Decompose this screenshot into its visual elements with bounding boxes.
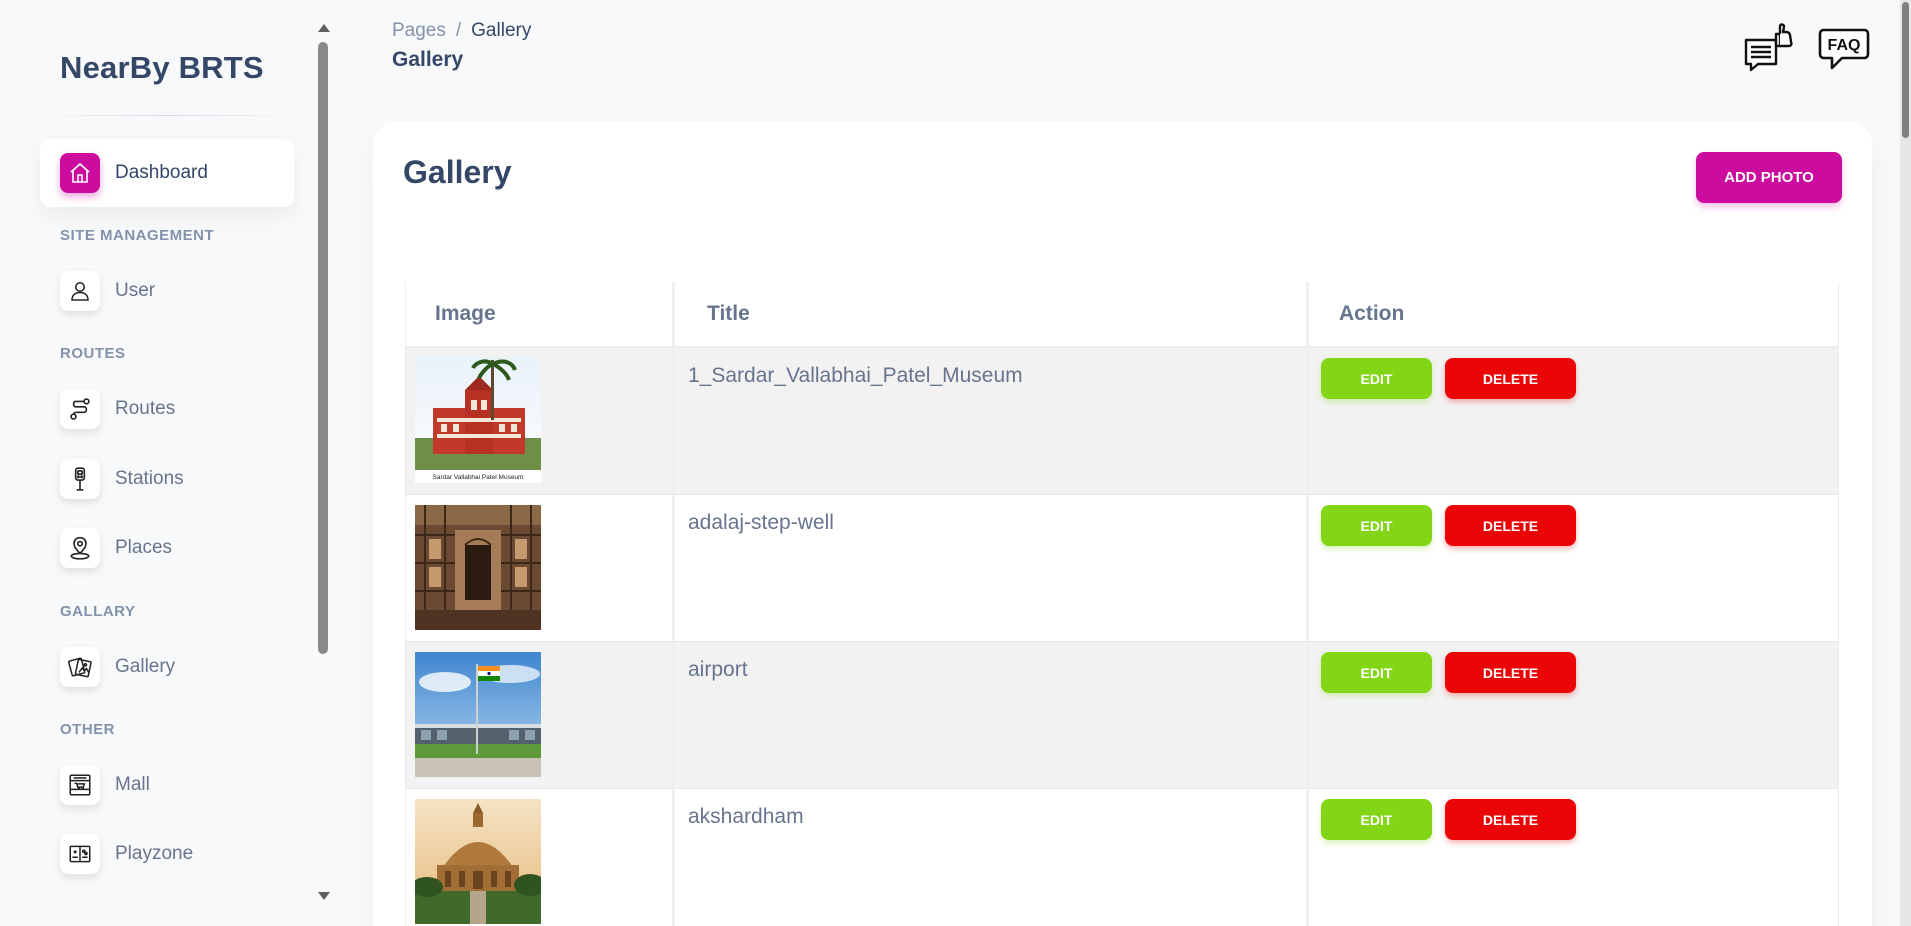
table-row: airport EDIT DELETE — [405, 642, 1839, 789]
sidebar-item-label: Dashboard — [115, 162, 208, 183]
sidebar-item-label: User — [115, 280, 156, 301]
sidebar-item-user[interactable]: User — [40, 257, 294, 325]
sidebar-scroll-down-arrow[interactable] — [318, 892, 330, 900]
sidebar-item-label: Mall — [115, 774, 150, 795]
edit-button[interactable]: EDIT — [1321, 358, 1432, 399]
bus-stop-icon — [60, 459, 100, 499]
sidebar-item-label: Stations — [115, 468, 184, 489]
title-cell: airport — [675, 642, 1309, 789]
gallery-card: Gallery ADD PHOTO Image Title Action Sar… — [373, 122, 1872, 926]
section-routes: ROUTES — [60, 345, 126, 362]
action-cell: EDIT DELETE — [1309, 789, 1839, 926]
delete-button[interactable]: DELETE — [1445, 358, 1576, 399]
sidebar-scrollbar[interactable] — [318, 42, 328, 654]
shop-icon — [60, 765, 100, 805]
breadcrumb: Pages / Gallery — [392, 20, 531, 42]
table-row: Sardar Vallabhai Patel Museum 1_Sardar_V… — [405, 348, 1839, 495]
image-cell — [405, 642, 675, 789]
edit-button[interactable]: EDIT — [1321, 505, 1432, 546]
sidebar-item-label: Places — [115, 537, 173, 558]
photos-icon — [60, 647, 100, 687]
brand-divider — [40, 115, 295, 116]
page-title: Gallery — [392, 48, 464, 71]
card-title: Gallery — [403, 154, 512, 190]
sidebar-scroll-up-arrow[interactable] — [318, 24, 330, 32]
edit-button[interactable]: EDIT — [1321, 799, 1432, 840]
image-cell — [405, 789, 675, 926]
action-cell: EDIT DELETE — [1309, 495, 1839, 642]
thumbnail-caption: Sardar Vallabhai Patel Museum — [433, 474, 524, 481]
table-row: akshardham EDIT DELETE — [405, 789, 1839, 926]
breadcrumb-parent[interactable]: Pages — [392, 20, 446, 42]
museum-thumbnail[interactable]: Sardar Vallabhai Patel Museum — [415, 358, 541, 483]
sidebar-item-stations[interactable]: Stations — [40, 445, 294, 513]
add-photo-button[interactable]: ADD PHOTO — [1696, 152, 1842, 203]
section-other: OTHER — [60, 721, 115, 738]
action-cell: EDIT DELETE — [1309, 642, 1839, 789]
stepwell-thumbnail[interactable] — [415, 505, 541, 630]
table-row: adalaj-step-well EDIT DELETE — [405, 495, 1839, 642]
sidebar-item-label: Gallery — [115, 656, 176, 677]
faq-label: FAQ — [1828, 37, 1861, 54]
breadcrumb-current: Gallery — [471, 20, 532, 41]
page-scrollbar[interactable] — [1900, 0, 1911, 926]
title-cell: akshardham — [675, 789, 1309, 926]
feedback-icon[interactable] — [1740, 20, 1796, 76]
column-header-action: Action — [1309, 282, 1839, 348]
column-header-title[interactable]: Title — [675, 282, 1309, 348]
section-site-management: SITE MANAGEMENT — [60, 227, 215, 244]
home-icon — [60, 153, 100, 193]
delete-button[interactable]: DELETE — [1445, 799, 1576, 840]
edit-button[interactable]: EDIT — [1321, 652, 1432, 693]
sidebar-item-places[interactable]: Places — [40, 514, 294, 582]
airport-thumbnail[interactable] — [415, 652, 541, 777]
playzone-icon — [60, 834, 100, 874]
delete-button[interactable]: DELETE — [1445, 505, 1576, 546]
sidebar-item-gallery[interactable]: Gallery — [40, 633, 294, 701]
breadcrumb-separator: / — [455, 20, 462, 41]
akshardham-thumbnail[interactable] — [415, 799, 541, 924]
map-pin-icon — [60, 528, 100, 568]
title-cell: adalaj-step-well — [675, 495, 1309, 642]
delete-button[interactable]: DELETE — [1445, 652, 1576, 693]
sidebar-item-dashboard[interactable]: Dashboard — [40, 139, 294, 207]
sidebar-item-label: Playzone — [115, 843, 194, 864]
user-icon — [60, 271, 100, 311]
gallery-table: Image Title Action Sardar Vallabhai Pate… — [405, 282, 1839, 926]
column-header-image[interactable]: Image — [405, 282, 675, 348]
table-header-row: Image Title Action — [405, 282, 1839, 348]
sidebar-item-label: Routes — [115, 398, 176, 419]
section-gallary: GALLARY — [60, 603, 136, 620]
route-icon — [60, 389, 100, 429]
image-cell: Sardar Vallabhai Patel Museum — [405, 348, 675, 495]
title-cell: 1_Sardar_Vallabhai_Patel_Museum — [675, 348, 1309, 495]
page-scrollbar-thumb[interactable] — [1902, 2, 1909, 138]
sidebar-item-playzone[interactable]: Playzone — [40, 820, 294, 888]
brand-name[interactable]: NearBy BRTS — [60, 50, 264, 86]
action-cell: EDIT DELETE — [1309, 348, 1839, 495]
sidebar-item-mall[interactable]: Mall — [40, 751, 294, 819]
sidebar-item-routes[interactable]: Routes — [40, 375, 294, 443]
image-cell — [405, 495, 675, 642]
sidebar: NearBy BRTS Dashboard SITE MANAGEMENT Us… — [0, 0, 330, 926]
faq-icon[interactable]: FAQ — [1816, 20, 1872, 76]
